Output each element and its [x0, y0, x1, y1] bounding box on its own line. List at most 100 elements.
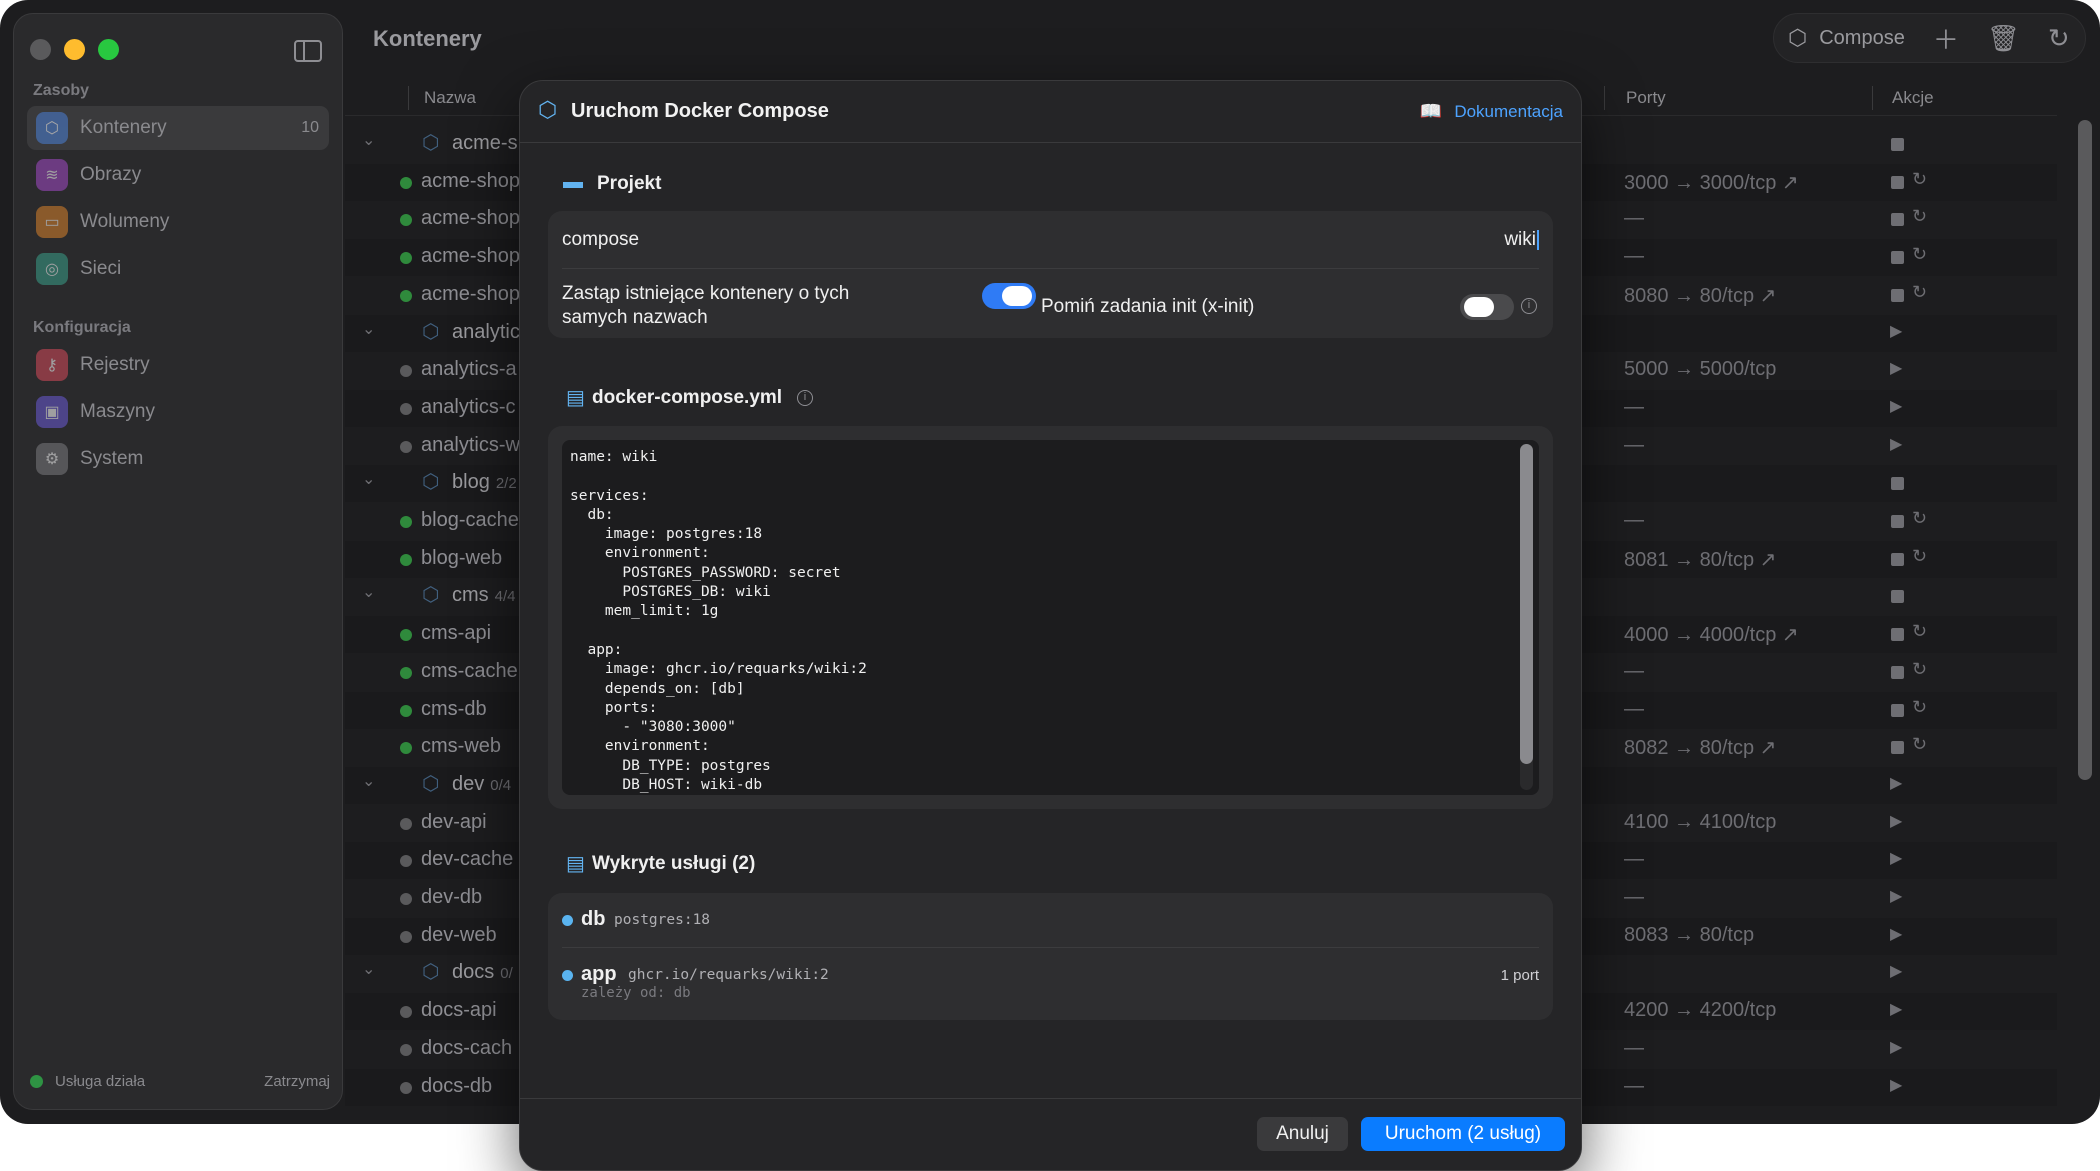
play-icon[interactable]: ▶	[1890, 358, 1902, 378]
chevron-down-icon[interactable]: ⌄	[362, 959, 375, 979]
service-name: db	[581, 908, 606, 930]
compose-button[interactable]: ⬡ Compose	[1788, 25, 1905, 51]
window-close-button[interactable]	[30, 39, 51, 60]
cancel-button[interactable]: Anuluj	[1257, 1117, 1348, 1151]
stop-icon[interactable]	[1891, 553, 1904, 566]
add-icon[interactable]: ＋	[1933, 20, 1959, 57]
project-name-field[interactable]: compose wiki	[562, 221, 1539, 259]
play-icon[interactable]: ▶	[1890, 886, 1902, 906]
play-icon[interactable]: ▶	[1890, 848, 1902, 868]
network-icon: ◎	[36, 253, 68, 285]
document-icon: ▤	[566, 853, 585, 875]
container-name: docs-api	[421, 999, 497, 1021]
sidebar-item-images[interactable]: ≋ Obrazy	[27, 153, 329, 197]
compose-file-editor[interactable]: name: wiki services: db: image: postgres…	[562, 440, 1539, 795]
replace-containers-label: Zastąp istniejące kontenery o tych samyc…	[562, 283, 850, 328]
stop-icon[interactable]	[1891, 666, 1904, 679]
stop-icon[interactable]	[1891, 741, 1904, 754]
skip-init-toggle[interactable]	[1460, 294, 1514, 320]
group-action-icon[interactable]	[1891, 477, 1904, 490]
container-status-dot	[400, 177, 412, 189]
play-icon[interactable]: ▶	[1890, 434, 1902, 454]
stop-icon[interactable]	[1891, 289, 1904, 302]
sidebar-item-registries[interactable]: ⚷ Rejestry	[27, 343, 329, 387]
layers-icon: ≋	[36, 159, 68, 191]
play-icon[interactable]: ▶	[1890, 924, 1902, 944]
container-port: 5000 → 5000/tcp	[1624, 358, 1777, 380]
play-icon[interactable]: ▶	[1890, 1075, 1902, 1095]
play-icon[interactable]: ▶	[1890, 999, 1902, 1019]
container-name: cms-db	[421, 698, 487, 720]
sidebar-item-volumes[interactable]: ▭ Wolumeny	[27, 200, 329, 244]
chevron-down-icon[interactable]: ⌄	[362, 582, 375, 602]
project-name-label: compose	[562, 229, 640, 250]
restart-icon[interactable]: ↻	[1912, 546, 1927, 567]
container-status-dot	[400, 818, 412, 830]
play-icon[interactable]: ▶	[1890, 811, 1902, 831]
container-port: 8081 → 80/tcp ↗	[1624, 549, 1777, 571]
stop-icon[interactable]	[1891, 176, 1904, 189]
table-scrollbar[interactable]	[2078, 120, 2092, 780]
sidebar-toggle-icon[interactable]	[294, 40, 322, 62]
container-port: —	[1624, 396, 1644, 418]
stop-icon[interactable]	[1891, 515, 1904, 528]
sidebar-item-networks[interactable]: ◎ Sieci	[27, 247, 329, 291]
monitor-icon: ▣	[36, 396, 68, 428]
restart-icon[interactable]: ↻	[1912, 169, 1927, 190]
column-header-name[interactable]: Nazwa	[424, 88, 476, 108]
container-port: —	[1624, 660, 1644, 682]
restart-icon[interactable]: ↻	[1912, 244, 1927, 265]
service-status-dot	[562, 915, 573, 926]
info-icon[interactable]: i	[1521, 298, 1537, 314]
restart-icon[interactable]: ↻	[1912, 734, 1927, 755]
run-compose-button[interactable]: Uruchom (2 usług)	[1361, 1117, 1565, 1151]
compose-file-card: name: wiki services: db: image: postgres…	[548, 426, 1553, 809]
chevron-down-icon[interactable]: ⌄	[362, 319, 375, 339]
compose-label: Compose	[1819, 26, 1905, 49]
column-header-ports[interactable]: Porty	[1626, 88, 1666, 108]
group-action-icon[interactable]: ▶	[1890, 773, 1902, 793]
sidebar-item-machines[interactable]: ▣ Maszyny	[27, 390, 329, 434]
window-minimize-button[interactable]	[64, 39, 85, 60]
chevron-down-icon[interactable]: ⌄	[362, 469, 375, 489]
container-status-dot	[400, 1006, 412, 1018]
drive-icon: ▭	[36, 206, 68, 238]
restart-icon[interactable]: ↻	[1912, 621, 1927, 642]
restart-icon[interactable]: ↻	[1912, 508, 1927, 529]
chevron-down-icon[interactable]: ⌄	[362, 771, 375, 791]
documentation-link[interactable]: 📖 Dokumentacja	[1420, 101, 1563, 122]
group-action-icon[interactable]: ▶	[1890, 961, 1902, 981]
restart-icon[interactable]: ↻	[1912, 697, 1927, 718]
sidebar-item-system[interactable]: ⚙ System	[27, 437, 329, 481]
editor-scroll-thumb[interactable]	[1520, 444, 1533, 764]
stop-icon[interactable]	[1891, 251, 1904, 264]
chevron-down-icon[interactable]: ⌄	[362, 130, 375, 150]
stop-icon[interactable]	[1891, 213, 1904, 226]
stop-service-button[interactable]: Zatrzymaj	[264, 1073, 330, 1090]
play-icon[interactable]: ▶	[1890, 1037, 1902, 1057]
trash-icon[interactable]: 🗑	[1987, 23, 2020, 54]
restart-icon[interactable]: ↻	[1912, 282, 1927, 303]
restart-icon[interactable]: ↻	[1912, 206, 1927, 227]
skip-init-label: Pomiń zadania init (x-init)	[1041, 296, 1255, 317]
container-status-dot	[400, 893, 412, 905]
editor-scrollbar[interactable]	[1520, 444, 1533, 790]
sidebar-item-containers[interactable]: ⬡ Kontenery 10	[27, 106, 329, 150]
group-action-icon[interactable]	[1891, 590, 1904, 603]
play-icon[interactable]: ▶	[1890, 396, 1902, 416]
divider	[562, 947, 1539, 948]
refresh-icon[interactable]: ↻	[2048, 23, 2070, 54]
window-maximize-button[interactable]	[98, 39, 119, 60]
container-name: acme-shop	[421, 245, 520, 267]
info-icon[interactable]: i	[797, 390, 813, 406]
group-action-icon[interactable]	[1891, 138, 1904, 151]
stop-icon[interactable]	[1891, 628, 1904, 641]
container-port: 8080 → 80/tcp ↗	[1624, 285, 1777, 307]
container-name: analytics-c	[421, 396, 516, 418]
stop-icon[interactable]	[1891, 704, 1904, 717]
restart-icon[interactable]: ↻	[1912, 659, 1927, 680]
sidebar-section-resources: Zasoby	[33, 82, 90, 99]
container-status-dot	[400, 855, 412, 867]
replace-containers-toggle[interactable]	[982, 283, 1036, 309]
group-action-icon[interactable]: ▶	[1890, 321, 1902, 341]
